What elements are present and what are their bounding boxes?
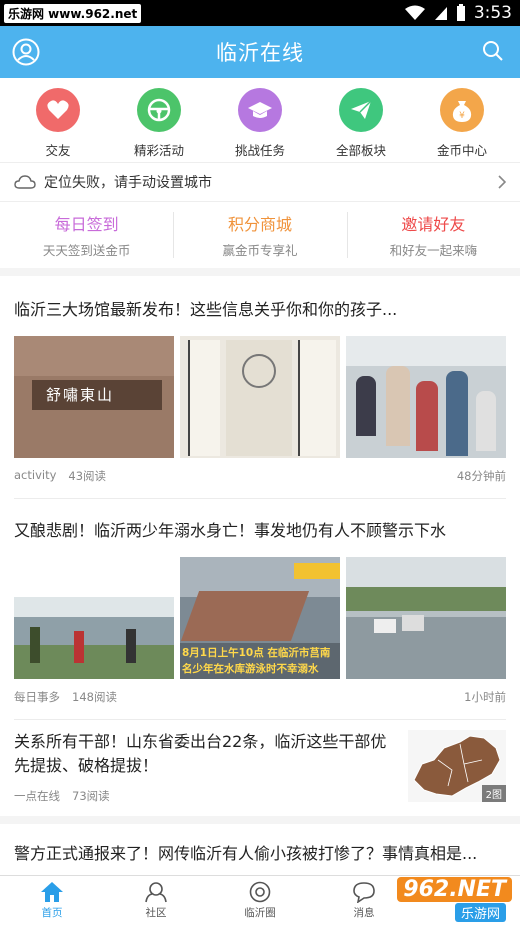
tab-home[interactable]: 首页: [0, 876, 104, 925]
heart-icon: [36, 88, 80, 132]
category-label: 精彩活动: [133, 143, 184, 158]
home-icon: [41, 882, 63, 902]
wifi-icon: [404, 5, 425, 20]
signal-icon: [434, 7, 447, 20]
image-caption: 名少年在水库游泳时不幸溺水: [182, 663, 319, 675]
location-text: 定位失败，请手动设置城市: [44, 175, 212, 191]
news-source: activity: [14, 468, 57, 482]
page-title: 临沂在线: [216, 41, 304, 65]
category-label: 交友: [45, 143, 71, 158]
news-time: 1小时前: [464, 690, 506, 704]
category-challenges[interactable]: 挑战任务: [210, 88, 310, 162]
promo-subtitle: 天天签到送金币: [42, 243, 131, 258]
tab-label: 首页: [41, 907, 63, 919]
promo-subtitle: 赢金币专享礼: [222, 243, 298, 258]
svg-text:¥: ¥: [459, 111, 465, 121]
news-reads: 73阅读: [72, 789, 110, 803]
cloud-icon: [14, 175, 36, 189]
steering-wheel-icon: [137, 88, 181, 132]
image-caption: 8月1日上午10点 在临沂市莒南: [182, 647, 331, 659]
coin-bag-icon: ¥: [440, 88, 484, 132]
app-header: 临沂在线: [0, 26, 520, 78]
news-thumbnail: 2图: [408, 730, 506, 802]
news-image: 8月1日上午10点 在临沂市莒南 名少年在水库游泳时不幸溺水: [180, 557, 340, 679]
location-bar[interactable]: 定位失败，请手动设置城市: [0, 162, 520, 202]
chevron-right-icon: [498, 175, 506, 189]
status-time: 3:53: [473, 3, 512, 23]
category-label: 挑战任务: [234, 143, 285, 158]
status-carrier: 乐游网 www.962.net: [4, 3, 142, 23]
news-item[interactable]: 警方正式通报来了！网传临沂有人偷小孩被打惨了？事情真相是...: [14, 824, 506, 866]
paper-plane-icon: [339, 88, 383, 132]
category-label: 金币中心: [436, 143, 487, 158]
news-item[interactable]: 临沂三大场馆最新发布！这些信息关乎你和你的孩子... 舒嘯東山 activity…: [14, 276, 506, 499]
news-reads: 148阅读: [72, 690, 117, 704]
promo-invite-friends[interactable]: 邀请好友 和好友一起来嗨: [346, 202, 520, 268]
promo-title: 积分商城: [227, 215, 292, 234]
search-icon[interactable]: [482, 40, 504, 62]
category-all-boards[interactable]: 全部板块: [311, 88, 411, 162]
promo-points-mall[interactable]: 积分商城 赢金币专享礼: [173, 202, 346, 268]
promo-title: 每日签到: [54, 215, 119, 234]
news-source: 一点在线: [14, 789, 60, 803]
news-image: [14, 557, 174, 679]
tab-label: 消息: [353, 907, 375, 919]
circle-icon: [249, 881, 271, 903]
news-image: 舒嘯東山: [14, 336, 174, 458]
promo-subtitle: 和好友一起来嗨: [389, 243, 478, 258]
category-activities[interactable]: 精彩活动: [109, 88, 209, 162]
news-title: 又酿悲剧！临沂两少年溺水身亡！事发地仍有人不顾警示下水: [14, 521, 447, 540]
watermark-sub: 乐游网: [454, 903, 506, 922]
app-screen: 乐游网 www.962.net 3:53 临沂在线 交友 精彩活动 挑战任务 全…: [0, 0, 520, 925]
news-item[interactable]: 又酿悲剧！临沂两少年溺水身亡！事发地仍有人不顾警示下水 8月1日上午10点 在临…: [14, 499, 506, 720]
news-time: 48分钟前: [456, 469, 506, 483]
news-image: [346, 336, 506, 458]
category-label: 全部板块: [335, 143, 386, 158]
promo-title: 邀请好友: [401, 215, 466, 234]
battery-icon: [456, 4, 465, 21]
tab-label: 社区: [145, 907, 167, 919]
user-icon[interactable]: [12, 38, 40, 66]
news-item[interactable]: 关系所有干部！山东省委出台22条，临沂这些干部优先提拔、破格提拔！ 一点在线 7…: [0, 720, 520, 824]
news-title: 警方正式通报来了！网传临沂有人偷小孩被打惨了？事情真相是...: [14, 844, 478, 863]
news-title: 关系所有干部！山东省委出台22条，临沂这些干部优先提拔、破格提拔！: [14, 732, 387, 775]
image-count-badge: 2图: [481, 785, 506, 802]
news-source: 每日事多: [14, 690, 60, 704]
category-bar: 交友 精彩活动 挑战任务 全部板块 ¥ 金币中心: [0, 78, 520, 162]
promo-daily-signin[interactable]: 每日签到 天天签到送金币: [0, 202, 173, 268]
tab-label: 临沂圈: [244, 907, 276, 919]
promo-row: 每日签到 天天签到送金币 积分商城 赢金币专享礼 邀请好友 和好友一起来嗨: [0, 202, 520, 276]
watermark-logo: 962.NET 乐游网: [390, 875, 512, 922]
category-coin-center[interactable]: ¥ 金币中心: [412, 88, 512, 162]
news-reads: 43阅读: [68, 469, 107, 483]
message-icon: [353, 882, 375, 903]
image-caption: 舒嘯東山: [46, 386, 115, 404]
news-feed: 临沂三大场馆最新发布！这些信息关乎你和你的孩子... 舒嘯東山 activity…: [0, 276, 520, 866]
news-title: 临沂三大场馆最新发布！这些信息关乎你和你的孩子...: [14, 300, 398, 319]
graduation-cap-icon: [238, 88, 282, 132]
news-image: [180, 336, 340, 458]
tab-community[interactable]: 社区: [104, 876, 208, 925]
news-image: [346, 557, 506, 679]
status-bar: 乐游网 www.962.net 3:53: [0, 0, 520, 26]
tab-linyi-circle[interactable]: 临沂圈: [208, 876, 312, 925]
community-icon: [145, 882, 167, 903]
watermark-brand: 962.NET: [397, 877, 512, 902]
category-friends[interactable]: 交友: [8, 88, 108, 162]
